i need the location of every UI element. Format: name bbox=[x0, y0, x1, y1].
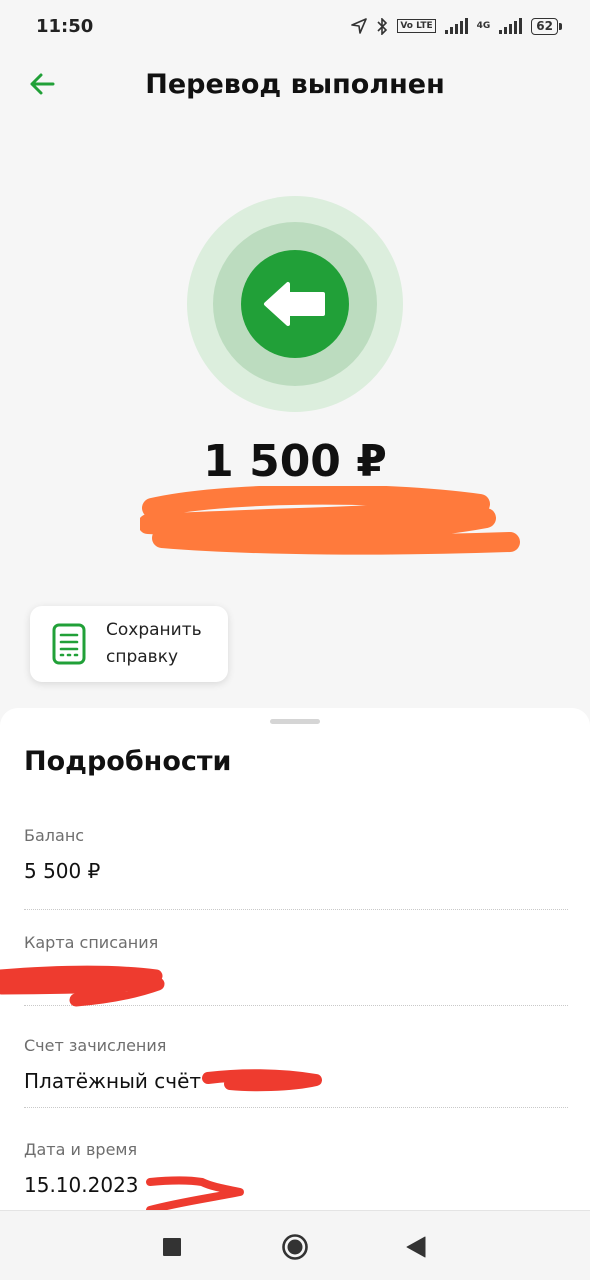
detail-row-datetime: Дата и время 15.10.2023 bbox=[24, 1140, 568, 1199]
transfer-amount: 1 500 ₽ bbox=[203, 436, 387, 487]
system-back-button[interactable] bbox=[402, 1233, 430, 1261]
detail-value: 15.10.2023 bbox=[24, 1173, 139, 1197]
status-bar: 11:50 Vo LTE 4G 62 bbox=[0, 0, 590, 52]
system-nav-bar bbox=[0, 1210, 590, 1280]
detail-label: Баланс bbox=[24, 826, 85, 845]
detail-row-debit-card: Карта списания bbox=[24, 933, 568, 992]
detail-value: Платёжный счёт bbox=[24, 1069, 202, 1093]
receipt-icon bbox=[52, 623, 86, 665]
transfer-arrow-icon bbox=[264, 282, 325, 326]
square-icon bbox=[163, 1238, 181, 1256]
save-receipt-button[interactable]: Сохранить справку bbox=[30, 606, 228, 682]
transfer-status-graphic bbox=[187, 196, 403, 412]
detail-row-credit-account: Счет зачисления Платёжный счёт bbox=[24, 1036, 568, 1095]
inner-circle bbox=[241, 250, 349, 358]
location-icon bbox=[351, 18, 368, 34]
bluetooth-icon bbox=[377, 17, 388, 35]
circle-home-icon bbox=[282, 1234, 308, 1260]
signal-icon bbox=[444, 18, 468, 34]
back-button[interactable] bbox=[26, 68, 58, 100]
triangle-back-icon bbox=[406, 1236, 426, 1258]
recents-button[interactable] bbox=[158, 1233, 186, 1261]
home-button[interactable] bbox=[281, 1233, 309, 1261]
save-receipt-label: Сохранить справку bbox=[106, 620, 202, 667]
network-type: 4G bbox=[476, 21, 491, 31]
redaction-scribble bbox=[140, 486, 520, 555]
page-title: Перевод выполнен bbox=[145, 68, 445, 100]
detail-label: Дата и время bbox=[24, 1140, 138, 1159]
detail-label: Счет зачисления bbox=[24, 1036, 167, 1055]
sheet-drag-handle[interactable] bbox=[270, 719, 320, 724]
divider bbox=[24, 1107, 568, 1108]
detail-label: Карта списания bbox=[24, 933, 159, 952]
details-title: Подробности bbox=[24, 746, 232, 777]
app-header: Перевод выполнен bbox=[0, 52, 590, 116]
battery-indicator: 62 bbox=[531, 17, 562, 35]
divider bbox=[24, 1005, 568, 1006]
details-sheet: Подробности Баланс 5 500 ₽ Карта списани… bbox=[0, 708, 590, 1214]
detail-row-balance: Баланс 5 500 ₽ bbox=[24, 826, 568, 885]
arrow-left-icon bbox=[30, 73, 55, 95]
status-icons: Vo LTE 4G 62 bbox=[351, 17, 562, 35]
divider bbox=[24, 909, 568, 910]
detail-value: 5 500 ₽ bbox=[24, 859, 101, 883]
volte-badge: Vo LTE bbox=[397, 19, 436, 33]
status-time: 11:50 bbox=[36, 15, 94, 37]
detail-value bbox=[24, 966, 568, 992]
signal-icon-2 bbox=[499, 18, 523, 34]
